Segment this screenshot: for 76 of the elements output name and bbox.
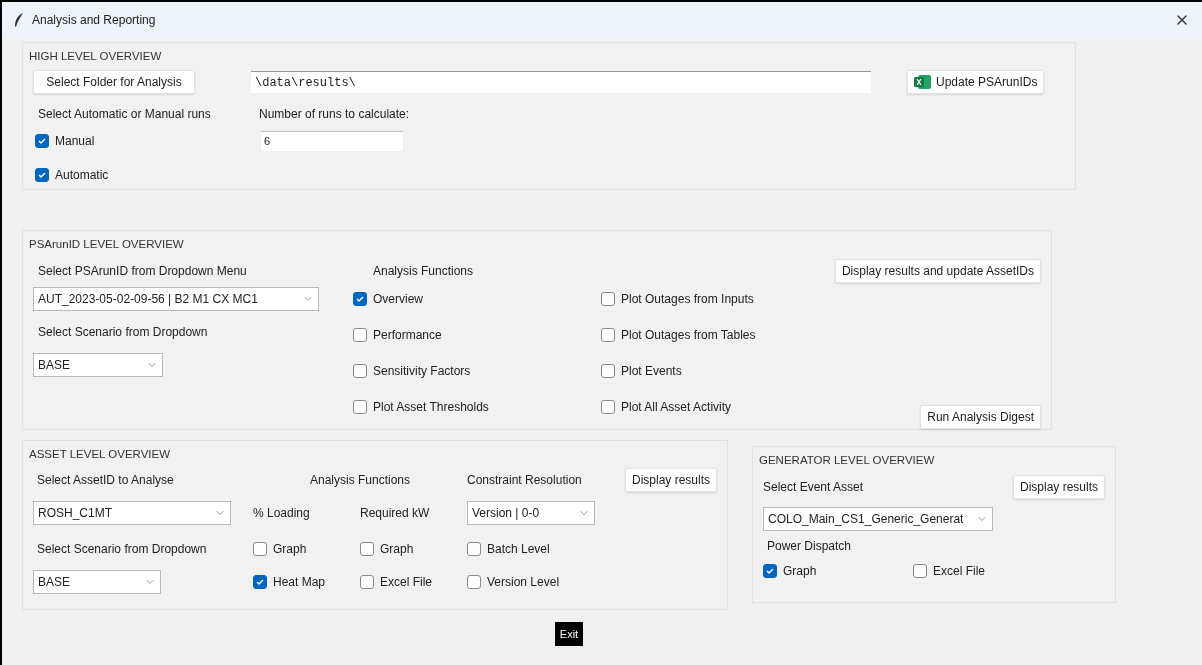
checkbox[interactable] [601,364,615,378]
checkbox-label[interactable]: Heat Map [273,573,326,591]
button[interactable]: Display results [1012,475,1105,499]
checkbox-label[interactable]: Graph [273,540,307,558]
checkbox[interactable] [353,292,367,306]
checkbox-label[interactable]: Plot Outages from Inputs [621,290,754,308]
checkbox-label[interactable]: Sensitivity Factors [373,362,471,380]
checkbox[interactable] [601,328,615,342]
feather-icon [14,13,24,27]
checkbox[interactable] [35,134,49,148]
checkbox-label[interactable]: Batch Level [487,540,550,558]
checkbox-label[interactable]: Manual [55,132,95,150]
button[interactable]: Select Folder for Analysis [33,70,195,94]
dropdown[interactable]: ROSH_C1MT [33,501,231,525]
checkbox-label[interactable]: Plot Events [621,362,682,380]
checkbox-label[interactable]: Excel File [933,562,985,580]
button[interactable]: Run Analysis Digest [920,405,1041,429]
checkbox[interactable] [353,364,367,378]
checkbox[interactable] [467,575,481,589]
button[interactable]: Update PSArunIDs [907,70,1045,94]
field-label: Constraint Resolution [467,473,582,487]
field-label: Analysis Functions [373,263,474,280]
dropdown[interactable]: BASE [33,570,161,594]
field-label: Select Automatic or Manual runs [38,106,212,123]
checkbox[interactable] [35,168,49,182]
checkbox-label[interactable]: Performance [373,326,442,344]
field-label: Select PSArunID from Dropdown Menu [38,263,247,280]
column-heading: % Loading [253,506,310,520]
checkbox[interactable] [353,328,367,342]
field-label: Select Scenario from Dropdown [38,324,208,341]
section-title: GENERATOR LEVEL OVERVIEW [759,454,935,466]
checkbox[interactable] [601,292,615,306]
checkbox-label[interactable]: Plot Outages from Tables [621,326,756,344]
checkbox[interactable] [467,542,481,556]
exit-button[interactable]: Exit [554,622,584,646]
checkbox-label[interactable]: Overview [373,290,423,308]
section-title: ASSET LEVEL OVERVIEW [29,448,171,460]
spreadsheet-icon [914,74,932,90]
window-title: Analysis and Reporting [32,12,156,29]
button[interactable]: Display results and update AssetIDs [834,259,1041,283]
check-icon [37,136,47,146]
checkbox[interactable] [360,542,374,556]
field-label: Power Dispatch [767,538,852,555]
field-label: Analysis Functions [309,472,410,489]
field-label: Select Scenario from Dropdown [37,542,207,556]
dropdown[interactable]: Version | 0-0 [467,501,595,525]
checkbox-label[interactable]: Graph [380,540,414,558]
section-title: HIGH LEVEL OVERVIEW [29,50,162,62]
checkbox-label[interactable]: Graph [783,562,817,580]
field-label: Select Event Asset [763,479,864,496]
checkbox-label[interactable]: Plot Asset Thresholds [373,398,489,416]
folder-path-field[interactable]: \data\results\ [251,71,871,93]
checkbox-label[interactable]: Version Level [487,573,560,591]
checkbox-label[interactable]: Excel File [380,573,432,591]
check-icon [355,294,365,304]
field-label: Select AssetID to Analyse [37,473,174,487]
column-heading: Required kW [360,506,430,520]
dropdown[interactable]: COLO_Main_CS1_Generic_Generat [763,507,993,531]
check-icon [37,170,47,180]
checkbox[interactable] [253,575,267,589]
dropdown[interactable]: AUT_2023-05-02-09-56 | B2 M1 CX MC1 [33,287,319,311]
field-label: Number of runs to calculate: [259,106,410,123]
checkbox[interactable] [763,564,777,578]
checkbox[interactable] [601,400,615,414]
checkbox[interactable] [353,400,367,414]
check-icon [765,566,775,576]
checkbox[interactable] [913,564,927,578]
checkbox[interactable] [360,575,374,589]
dropdown[interactable]: BASE [33,353,163,377]
button[interactable]: Display results [624,468,717,492]
checkbox[interactable] [253,542,267,556]
check-icon [255,577,265,587]
checkbox-label[interactable]: Automatic [55,166,109,184]
runs-field[interactable]: 6 [261,131,403,151]
checkbox-label[interactable]: Plot All Asset Activity [621,398,732,416]
section-title: PSArunID LEVEL OVERVIEW [29,238,184,250]
